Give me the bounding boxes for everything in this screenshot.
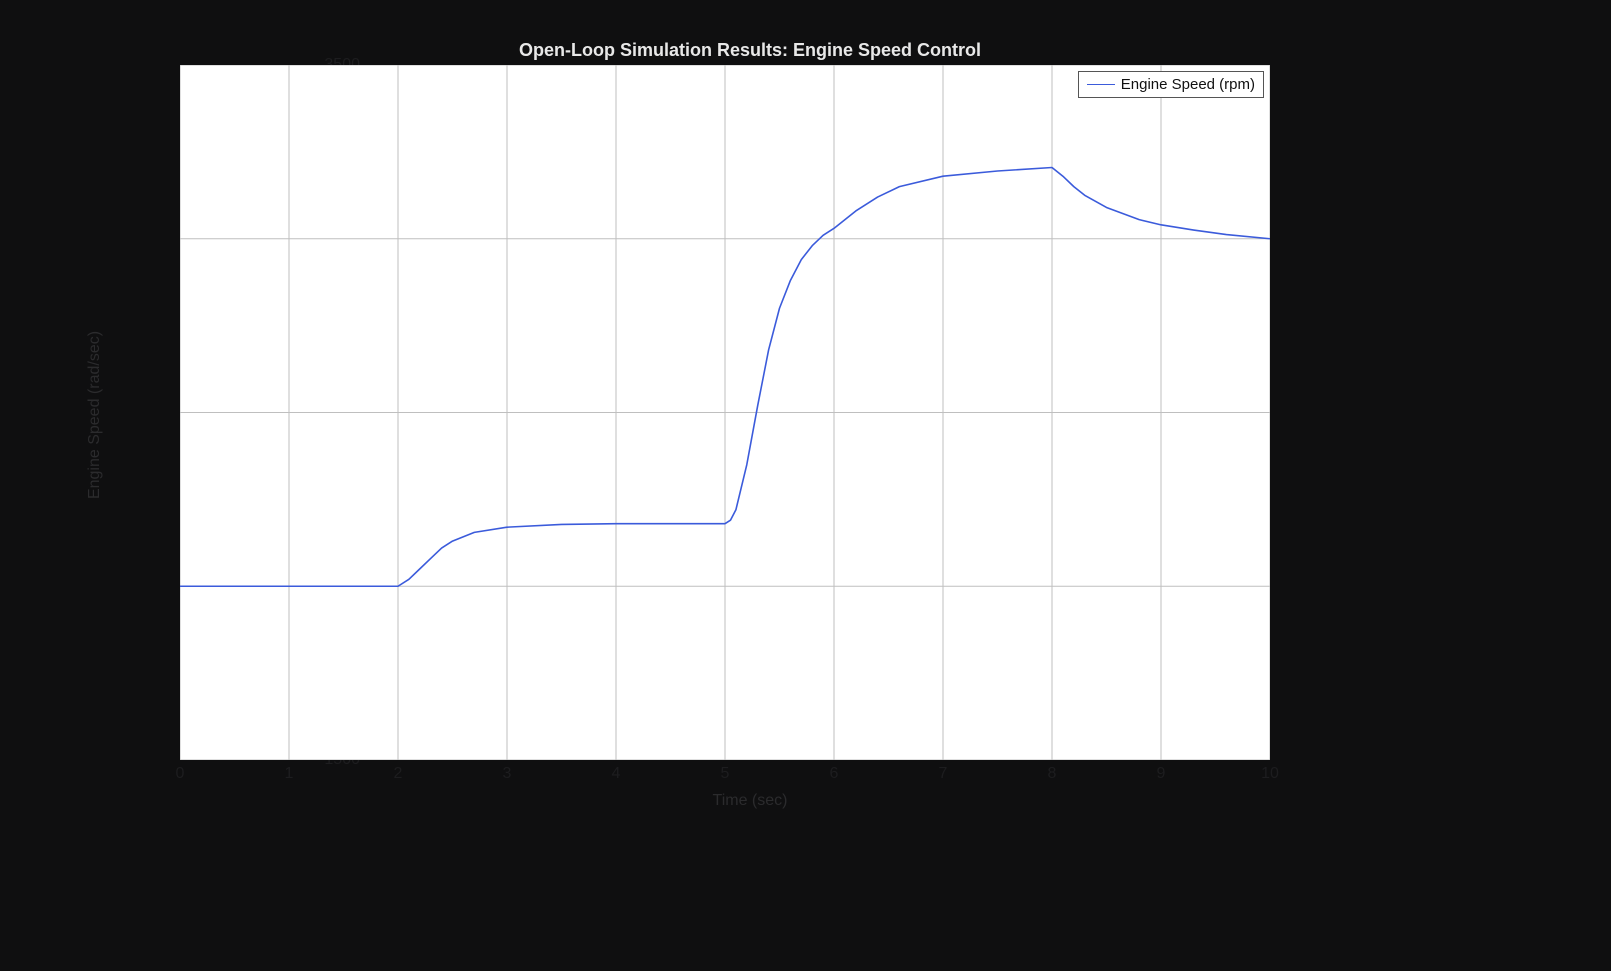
x-tick: 3 — [503, 765, 512, 783]
x-tick: 9 — [1157, 765, 1166, 783]
x-tick: 5 — [721, 765, 730, 783]
x-tick: 4 — [612, 765, 621, 783]
plot-svg — [180, 65, 1270, 760]
x-axis-label: Time (sec) — [713, 792, 788, 810]
plot-area: Engine Speed (rpm) — [180, 65, 1270, 760]
figure-container: Open-Loop Simulation Results: Engine Spe… — [110, 30, 1390, 800]
legend-line-icon — [1087, 84, 1115, 85]
x-tick: 2 — [394, 765, 403, 783]
x-tick: 6 — [830, 765, 839, 783]
x-tick: 1 — [285, 765, 294, 783]
x-tick: 7 — [939, 765, 948, 783]
legend: Engine Speed (rpm) — [1078, 71, 1264, 98]
legend-entry: Engine Speed (rpm) — [1121, 76, 1255, 93]
y-axis-label: Engine Speed (rad/sec) — [86, 331, 104, 499]
x-tick: 10 — [1261, 765, 1279, 783]
x-tick: 0 — [176, 765, 185, 783]
x-tick: 8 — [1048, 765, 1057, 783]
